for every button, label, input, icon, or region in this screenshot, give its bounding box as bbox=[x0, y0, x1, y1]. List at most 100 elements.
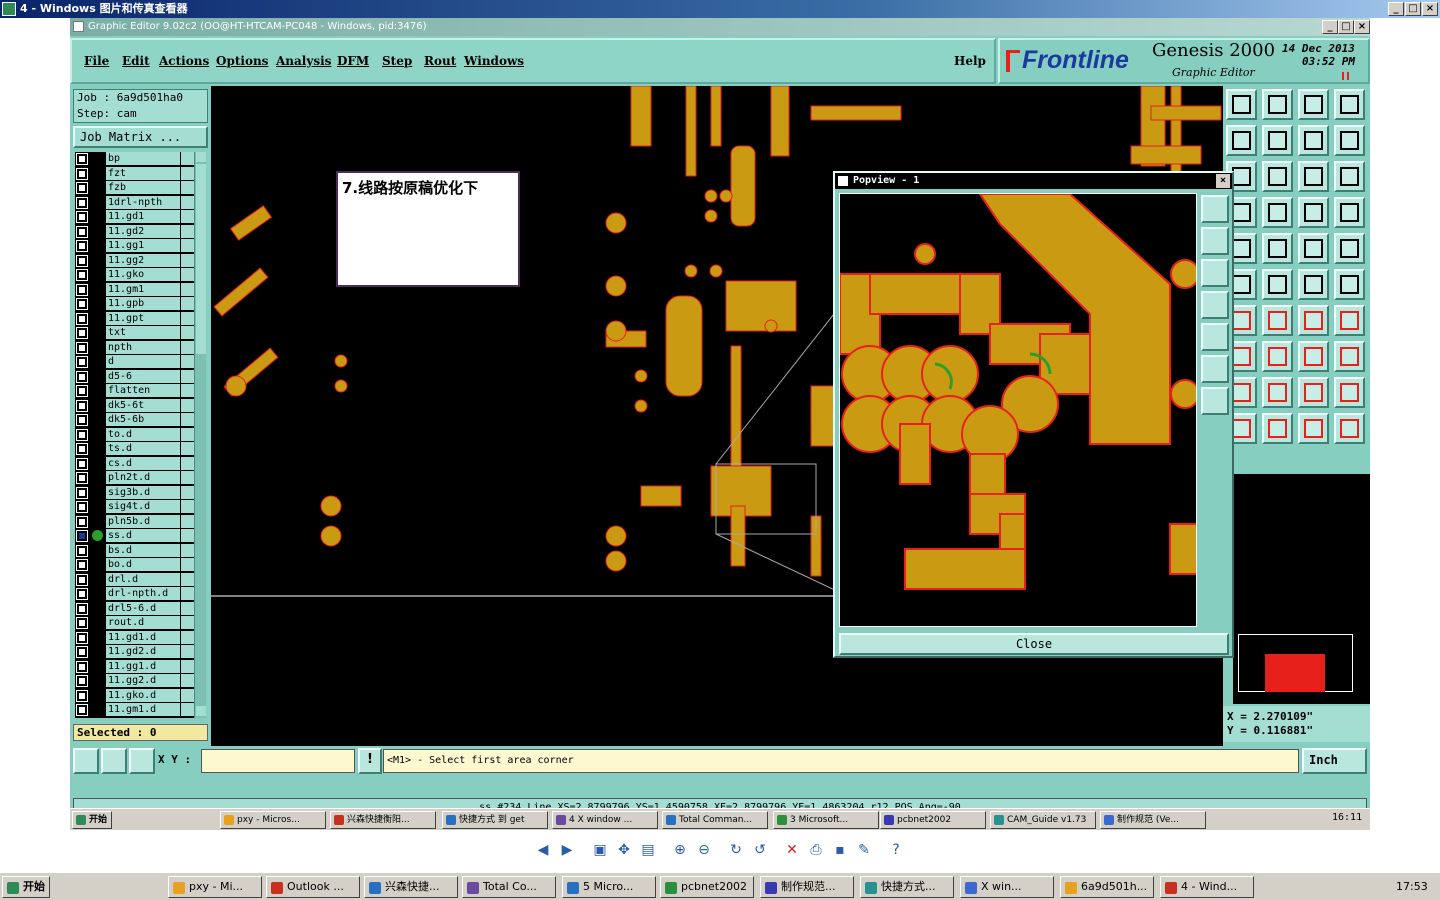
layer-checkbox[interactable] bbox=[76, 573, 88, 586]
tool-button[interactable] bbox=[1298, 125, 1329, 156]
inner-task-button[interactable]: Total Comman... bbox=[662, 811, 768, 829]
tool-button[interactable] bbox=[1262, 341, 1293, 372]
tool-button[interactable] bbox=[1334, 161, 1365, 192]
menu-step[interactable]: Step bbox=[382, 54, 412, 68]
task-button[interactable]: pxy - Mi... bbox=[168, 876, 262, 898]
layer-row[interactable]: txt bbox=[75, 326, 200, 340]
tool-button[interactable] bbox=[1298, 377, 1329, 408]
layer-row[interactable]: 11.gd1.d bbox=[75, 630, 200, 645]
layer-checkbox[interactable] bbox=[76, 472, 88, 484]
tool-button[interactable] bbox=[1334, 413, 1365, 444]
layer-row[interactable]: 1drl-npth bbox=[75, 195, 200, 210]
layer-checkbox[interactable] bbox=[76, 225, 88, 238]
popview-tool-button[interactable] bbox=[1201, 355, 1229, 383]
xy-input[interactable] bbox=[201, 749, 355, 773]
layer-row[interactable]: drl5-6.d bbox=[75, 601, 200, 616]
menu-help[interactable]: Help bbox=[954, 54, 986, 68]
tool-button[interactable] bbox=[1262, 197, 1293, 228]
layer-checkbox[interactable] bbox=[76, 617, 88, 629]
layer-checkbox[interactable] bbox=[76, 356, 88, 368]
close-button[interactable]: × bbox=[1422, 2, 1438, 16]
tool-button[interactable] bbox=[1298, 161, 1329, 192]
layer-checkbox[interactable] bbox=[76, 588, 88, 600]
layer-row[interactable]: rout.d bbox=[75, 616, 200, 630]
popview-tool-button[interactable] bbox=[1201, 291, 1229, 319]
layer-list-scrollbar[interactable] bbox=[194, 152, 206, 718]
layer-checkbox[interactable] bbox=[76, 457, 88, 470]
layer-row[interactable]: ss.d bbox=[75, 529, 200, 543]
inner-task-button[interactable]: 制作规范 (Ve... bbox=[1100, 811, 1206, 829]
task-button[interactable]: Outlook ... bbox=[266, 876, 360, 898]
pause-icon[interactable] bbox=[1342, 72, 1349, 80]
menu-file[interactable]: File bbox=[84, 54, 109, 68]
layer-checkbox[interactable] bbox=[76, 675, 88, 687]
layer-checkbox[interactable] bbox=[76, 646, 88, 658]
tool-button[interactable] bbox=[1262, 89, 1293, 120]
layer-row[interactable]: npth bbox=[75, 340, 200, 355]
tool-button[interactable] bbox=[1298, 305, 1329, 336]
units-selector[interactable]: Inch bbox=[1302, 748, 1367, 774]
tool-button[interactable] bbox=[1226, 89, 1257, 120]
tool-button[interactable] bbox=[1262, 377, 1293, 408]
rotate-cw-icon[interactable]: ↻ bbox=[728, 842, 744, 858]
next-image-icon[interactable]: ▶ bbox=[559, 842, 575, 858]
layer-checkbox[interactable] bbox=[76, 211, 88, 223]
layer-row[interactable]: flatten bbox=[75, 384, 200, 398]
help-icon[interactable]: ? bbox=[888, 842, 904, 858]
layer-checkbox[interactable] bbox=[76, 515, 88, 528]
best-fit-icon[interactable]: ▣ bbox=[592, 842, 608, 858]
task-button[interactable]: 制作规范... bbox=[760, 876, 854, 898]
layer-row[interactable]: cs.d bbox=[75, 456, 200, 471]
inner-task-button[interactable]: 3 Microsoft... bbox=[773, 811, 879, 829]
menu-windows[interactable]: Windows bbox=[464, 54, 524, 68]
task-button[interactable]: Total Co... bbox=[462, 876, 556, 898]
popview-tool-button[interactable] bbox=[1201, 323, 1229, 351]
tool-button[interactable] bbox=[1298, 269, 1329, 300]
tool-button[interactable] bbox=[1298, 413, 1329, 444]
layer-checkbox[interactable] bbox=[76, 182, 88, 194]
overview-panel[interactable] bbox=[1233, 474, 1370, 704]
inner-task-button[interactable]: 快捷方式 到 get bbox=[442, 811, 548, 829]
layer-row[interactable]: drl.d bbox=[75, 572, 200, 587]
layer-checkbox[interactable] bbox=[76, 283, 88, 296]
layer-row[interactable]: bs.d bbox=[75, 543, 200, 558]
scroll-down-icon[interactable] bbox=[196, 706, 206, 716]
zoom-in-icon[interactable]: ⊕ bbox=[672, 842, 688, 858]
layer-row[interactable]: 11.gd2 bbox=[75, 224, 200, 239]
popview-close-icon[interactable]: × bbox=[1216, 174, 1230, 188]
edit-icon[interactable]: ✎ bbox=[856, 842, 872, 858]
scroll-up-icon[interactable] bbox=[196, 152, 206, 162]
app-maximize-button[interactable]: □ bbox=[1338, 20, 1354, 34]
popview-canvas[interactable] bbox=[839, 193, 1197, 627]
task-button[interactable]: 5 Micro... bbox=[562, 876, 656, 898]
layer-checkbox[interactable] bbox=[76, 312, 88, 325]
layer-row[interactable]: 11.gd2.d bbox=[75, 645, 200, 659]
tool-button[interactable] bbox=[1262, 125, 1293, 156]
layer-row[interactable]: dk5-6t bbox=[75, 398, 200, 413]
layer-checkbox[interactable] bbox=[76, 530, 88, 542]
layer-row[interactable]: d5-6 bbox=[75, 369, 200, 384]
tool-button[interactable] bbox=[1334, 269, 1365, 300]
layer-row[interactable]: dk5-6b bbox=[75, 413, 200, 427]
tool-button[interactable] bbox=[1334, 233, 1365, 264]
layer-checkbox[interactable] bbox=[76, 689, 88, 702]
popview-tool-button[interactable] bbox=[1201, 195, 1229, 223]
job-matrix-button[interactable]: Job Matrix ... bbox=[73, 126, 208, 148]
start-button[interactable]: 开始 bbox=[2, 876, 50, 898]
layer-row[interactable]: sig3b.d bbox=[75, 485, 200, 500]
alert-button[interactable]: ! bbox=[358, 748, 382, 774]
layer-checkbox[interactable] bbox=[76, 254, 88, 267]
layer-checkbox[interactable] bbox=[76, 196, 88, 209]
layer-checkbox[interactable] bbox=[76, 486, 88, 499]
layer-row[interactable]: 11.gko bbox=[75, 268, 200, 282]
tool-button[interactable] bbox=[1226, 125, 1257, 156]
inner-task-button[interactable]: pcbnet2002 bbox=[880, 811, 986, 829]
layer-checkbox[interactable] bbox=[76, 153, 88, 165]
layer-row[interactable]: 11.gpt bbox=[75, 311, 200, 326]
popview-tool-button[interactable] bbox=[1201, 387, 1229, 415]
snap-mode-button[interactable] bbox=[73, 748, 99, 774]
layer-row[interactable]: 11.gg2.d bbox=[75, 674, 200, 688]
tool-button[interactable] bbox=[1262, 269, 1293, 300]
layer-row[interactable]: sig4t.d bbox=[75, 500, 200, 514]
app-close-button[interactable]: × bbox=[1354, 20, 1370, 34]
